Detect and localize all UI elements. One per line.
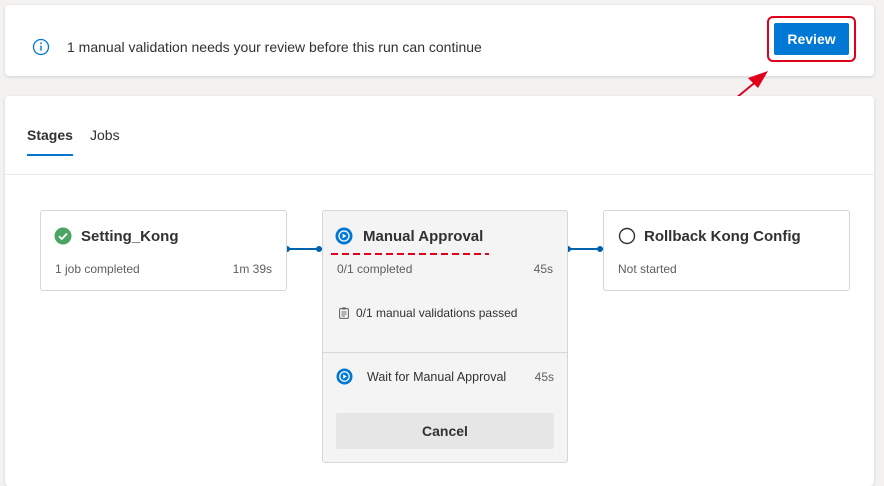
stage-name: Manual Approval xyxy=(363,228,484,245)
review-button[interactable]: Review xyxy=(774,23,849,55)
circle-outline-icon xyxy=(618,227,636,245)
stage-summary: 0/1 completed xyxy=(337,262,413,276)
stage-card-manual-approval[interactable]: Manual Approval 0/1 completed 45s 0/1 ma… xyxy=(322,210,568,463)
check-circle-icon xyxy=(54,227,72,245)
cancel-button[interactable]: Cancel xyxy=(336,413,554,449)
stage-card-rollback-kong-config[interactable]: Rollback Kong Config Not started xyxy=(603,210,850,291)
clipboard-icon xyxy=(339,307,349,319)
info-icon xyxy=(32,38,50,56)
stage-name: Rollback Kong Config xyxy=(644,228,801,245)
stage-name: Setting_Kong xyxy=(81,228,179,245)
job-name: Wait for Manual Approval xyxy=(367,370,507,384)
job-duration: 45s xyxy=(534,370,554,384)
play-circle-icon xyxy=(336,368,353,385)
stage-duration: 45s xyxy=(533,262,553,276)
stage-summary: Not started xyxy=(618,262,677,276)
play-circle-icon xyxy=(335,227,353,245)
annotation-underline xyxy=(331,253,489,255)
banner-message: 1 manual validation needs your review be… xyxy=(67,39,482,55)
stage-summary: 1 job completed xyxy=(55,262,140,276)
tab-jobs[interactable]: Jobs xyxy=(90,127,120,143)
validation-status: 0/1 manual validations passed xyxy=(356,306,518,320)
stage-duration: 1m 39s xyxy=(232,262,272,276)
job-row-wait-for-approval[interactable]: Wait for Manual Approval 45s xyxy=(323,353,567,401)
tab-selected-indicator xyxy=(27,154,73,156)
tab-stages[interactable]: Stages xyxy=(27,127,73,143)
review-highlight-box: Review xyxy=(767,16,856,62)
tab-divider xyxy=(5,174,874,175)
stage-card-setting-kong[interactable]: Setting_Kong 1 job completed 1m 39s xyxy=(40,210,287,291)
